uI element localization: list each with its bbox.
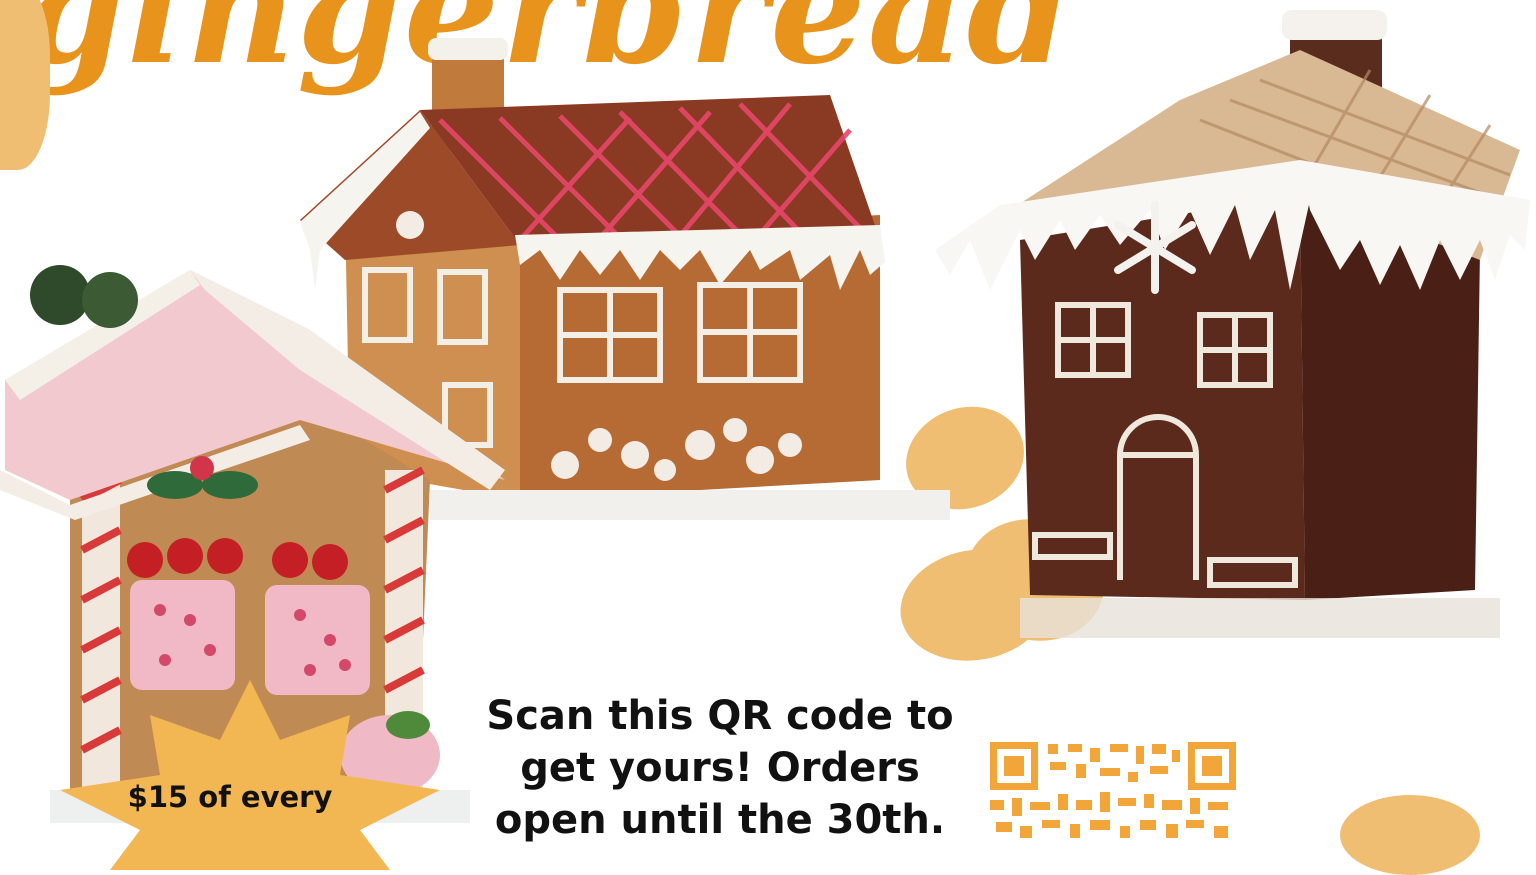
dark-gingerbread-house	[935, 10, 1530, 638]
badge-text: $15 of every	[127, 780, 333, 814]
promo-burst-badge	[60, 680, 440, 870]
qr-code-icon[interactable]	[990, 742, 1236, 842]
